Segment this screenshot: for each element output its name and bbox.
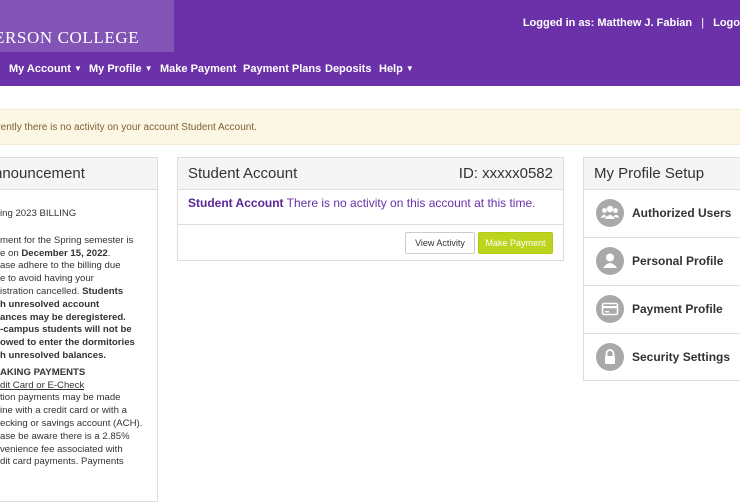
divider (178, 224, 563, 225)
bold-text: ances may be deregistered. (0, 311, 126, 323)
text-line: ase adhere to the billing due (0, 260, 121, 272)
account-message: Student Account There is no activity on … (188, 196, 535, 210)
text-line: venience fee associated with (0, 443, 123, 455)
nav-payment-plans[interactable]: Payment Plans (243, 63, 321, 75)
bold-text: -campus students will not be (0, 324, 132, 336)
nav-help[interactable]: Help ▼ (379, 63, 414, 75)
text-line: istration cancelled. (0, 285, 83, 297)
making-payments-title: AKING PAYMENTS (0, 366, 86, 378)
profile-item-authorized-users[interactable]: Authorized Users (584, 190, 740, 238)
profile-item-label: Authorized Users (632, 206, 732, 220)
text-line: . (107, 247, 111, 259)
profile-item-label: Security Settings (632, 350, 731, 364)
account-message-text: There is no activity on this account at … (283, 196, 536, 210)
nav-payment-plans-label: Payment Plans (243, 63, 322, 75)
bold-text: Students (82, 285, 124, 297)
announcement-heading: ing 2023 BILLING (0, 208, 77, 219)
lock-icon (596, 343, 624, 371)
profile-item-personal-profile[interactable]: Personal Profile (584, 238, 740, 286)
login-info: Logged in as: Matthew J. Fabian | Logo (523, 17, 740, 29)
text-line: e to avoid having your (0, 273, 94, 285)
bold-text: owed to enter the dormitories (0, 337, 135, 349)
text-line: tion payments may be made (0, 392, 121, 404)
profile-setup-header: My Profile Setup (584, 158, 740, 190)
separator: | (701, 17, 705, 29)
caret-down-icon: ▼ (144, 64, 153, 73)
activity-alert: rrently there is no activity on your acc… (0, 109, 740, 145)
nav-help-label: Help (379, 63, 403, 75)
profile-setup-panel: My Profile Setup Authorized Users Person… (583, 157, 740, 381)
announcement-panel: nnouncement ing 2023 BILLING ment for th… (0, 157, 158, 502)
person-icon (596, 247, 624, 275)
nav-deposits[interactable]: Deposits (325, 63, 371, 75)
nav-deposits-label: Deposits (325, 63, 372, 75)
student-account-title: Student Account (188, 165, 298, 182)
text-line: ecking or savings account (ACH). (0, 417, 143, 429)
main-nav: My Account ▼ My Profile ▼ Make Payment Pay… (0, 52, 740, 86)
text-line: ase be aware there is a 2.85% (0, 430, 130, 442)
profile-item-label: Personal Profile (632, 254, 724, 268)
announcement-title: nnouncement (0, 165, 85, 182)
nav-my-account-label: My Account (9, 63, 71, 75)
caret-down-icon: ▼ (73, 64, 82, 73)
profile-item-security-settings[interactable]: Security Settings (584, 334, 740, 380)
bold-text: h unresolved balances. (0, 349, 107, 361)
caret-down-icon: ▼ (405, 64, 414, 73)
users-icon (596, 199, 624, 227)
login-prefix: Logged in as: (522, 17, 595, 29)
logo-text: ERSON COLLEGE (0, 28, 140, 47)
credit-card-echeck-link[interactable]: dit Card or E-Check (0, 380, 84, 391)
bold-text: h unresolved account (0, 298, 100, 310)
view-activity-button[interactable]: View Activity (405, 232, 475, 254)
announcement-body: ing 2023 BILLING ment for the Spring sem… (0, 198, 150, 469)
account-message-bold: Student Account (188, 196, 284, 210)
due-date: December 15, 2022 (21, 247, 108, 259)
student-account-panel: Student Account ID: xxxxx0582 Student Ac… (177, 157, 564, 261)
text-line: e on (0, 247, 22, 259)
profile-setup-title: My Profile Setup (594, 165, 705, 182)
credit-card-icon (596, 295, 624, 323)
logout-link[interactable]: Logo (713, 17, 740, 29)
user-name: Matthew J. Fabian (597, 17, 693, 29)
making-payments-section: AKING PAYMENTS dit Card or E-Check tion … (0, 367, 150, 469)
student-account-header: Student Account ID: xxxxx0582 (178, 158, 563, 190)
top-header: ERSON COLLEGE Logged in as: Matthew J. F… (0, 0, 740, 52)
profile-item-payment-profile[interactable]: Payment Profile (584, 286, 740, 334)
college-logo[interactable]: ERSON COLLEGE (0, 0, 174, 52)
nav-my-account[interactable]: My Account ▼ (9, 63, 82, 75)
nav-my-profile-label: My Profile (89, 63, 142, 75)
announcement-header: nnouncement (0, 158, 157, 190)
nav-make-payment[interactable]: Make Payment (160, 63, 236, 75)
nav-my-profile[interactable]: My Profile ▼ (89, 63, 153, 75)
make-payment-button[interactable]: Make Payment (478, 232, 553, 254)
announcement-paragraph: ment for the Spring semester is e on Dec… (0, 235, 150, 363)
text-line: dit card payments. Payments (0, 456, 124, 468)
nav-make-payment-label: Make Payment (160, 63, 237, 75)
alert-text: rrently there is no activity on your acc… (0, 122, 257, 133)
account-id: ID: xxxxx0582 (458, 165, 553, 182)
profile-item-label: Payment Profile (632, 302, 723, 316)
text-line: ment for the Spring semester is (0, 234, 134, 246)
text-line: ine with a credit card or with a (0, 405, 127, 417)
